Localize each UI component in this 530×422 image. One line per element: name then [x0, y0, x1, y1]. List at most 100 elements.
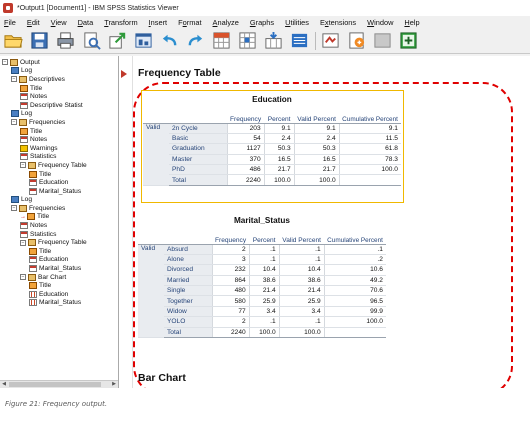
menu-item[interactable]: Format — [178, 18, 201, 27]
book-item-icon — [28, 161, 36, 169]
add-item-icon[interactable] — [398, 31, 419, 51]
table-cell: 25.9 — [278, 295, 325, 307]
goto-data-icon[interactable] — [211, 31, 232, 51]
menu-item[interactable]: Transform — [104, 18, 137, 27]
outline-node[interactable]: Log — [2, 67, 87, 76]
outline-node[interactable]: Title — [2, 247, 87, 256]
outline-node-label: Frequency Table — [38, 239, 87, 247]
menu-item[interactable]: Utilities — [285, 18, 309, 27]
goto-variable-icon[interactable] — [263, 31, 284, 51]
menu-item[interactable]: Graphs — [250, 18, 274, 27]
export-icon[interactable] — [107, 31, 128, 51]
current-item-arrow-icon — [121, 70, 127, 78]
create-title-icon[interactable] — [346, 31, 367, 51]
table-row: Single 480 21.4 21.4 70.6 — [138, 285, 386, 297]
outline-node[interactable]: − Frequency Table — [2, 161, 87, 170]
outline-node[interactable]: Notes — [2, 135, 87, 144]
print-icon[interactable] — [55, 31, 76, 51]
menu-item[interactable]: Extensions — [320, 18, 356, 27]
table-cell: 78.3 — [338, 154, 401, 166]
table-row: PhD 486 21.7 21.7 100.0 — [143, 164, 401, 176]
outline-node[interactable]: − Frequencies — [2, 204, 87, 213]
table-cell: 11.5 — [338, 133, 401, 145]
collapse-toggle-icon[interactable]: − — [11, 119, 17, 126]
outline-node[interactable]: Marital_Status — [2, 264, 87, 273]
column-header: Cumulative Percent — [324, 228, 386, 245]
outline-node[interactable]: Title — [2, 170, 87, 179]
menu-item[interactable]: Data — [78, 18, 94, 27]
row-label: Alone — [164, 254, 212, 266]
recall-dialog-icon[interactable] — [133, 31, 154, 51]
outline-node[interactable]: Education — [2, 178, 87, 187]
menu-item[interactable]: Help — [404, 18, 419, 27]
collapse-toggle-icon[interactable]: − — [20, 274, 26, 281]
warn-item-icon — [20, 144, 28, 152]
outline-node[interactable]: − Frequencies — [2, 118, 87, 127]
frequency-table-heading[interactable]: Frequency Table — [138, 67, 221, 79]
outline-node[interactable]: − Frequency Table — [2, 238, 87, 247]
outline-node[interactable]: → Title — [2, 213, 87, 222]
education-frequency-table[interactable]: Education Frequency Percent Valid Percent Cu… — [143, 91, 401, 186]
insert-output-icon[interactable] — [372, 31, 393, 51]
menu-item[interactable]: Window — [367, 18, 393, 27]
outline-horizontal-scrollbar[interactable]: ◀ ▶ — [0, 380, 118, 388]
outline-pane[interactable]: − Output Log − Descriptives Title Notes Descrip… — [0, 56, 119, 388]
tbl-item-icon — [29, 256, 37, 264]
marital-status-frequency-table[interactable]: Marital_Status Frequency Percent Valid Perc… — [138, 212, 386, 339]
outline-node[interactable]: Notes — [2, 92, 87, 101]
goto-case-icon[interactable] — [237, 31, 258, 51]
table-cell: 864 — [211, 275, 250, 287]
outline-node[interactable]: Marital_Status — [2, 187, 87, 196]
table-row: Widow 77 3.4 3.4 99.9 — [138, 306, 386, 318]
collapse-toggle-icon[interactable]: − — [11, 76, 17, 83]
collapse-toggle-icon[interactable]: − — [11, 205, 17, 212]
outline-node[interactable]: Education — [2, 290, 87, 299]
outline-node[interactable]: Education — [2, 256, 87, 265]
scrollbar-thumb[interactable] — [9, 382, 101, 387]
row-label: Married — [164, 275, 212, 287]
outline-node-label: Education — [39, 179, 69, 187]
menu-item[interactable]: View — [51, 18, 67, 27]
table-cell: 2.4 — [293, 133, 340, 145]
collapse-toggle-icon[interactable]: − — [2, 59, 8, 66]
open-folder-icon[interactable] — [3, 31, 24, 51]
outline-node[interactable]: Log — [2, 110, 87, 119]
outline-node[interactable]: − Descriptives — [2, 75, 87, 84]
outline-node[interactable]: Statistics — [2, 230, 87, 239]
menu-item[interactable]: Edit — [27, 18, 40, 27]
table-cell: 21.7 — [293, 164, 340, 176]
outline-node[interactable]: Descriptive Statist — [2, 101, 87, 110]
output-content-pane[interactable]: Frequency Table Education Frequency Percen… — [119, 56, 530, 388]
variables-icon[interactable] — [289, 31, 310, 51]
menu-item[interactable]: Insert — [149, 18, 168, 27]
table-cell: 70.6 — [323, 285, 386, 297]
outline-node[interactable]: − Bar Chart — [2, 273, 87, 282]
scroll-left-arrow-icon[interactable]: ◀ — [0, 381, 8, 388]
outline-node[interactable]: Log — [2, 196, 87, 205]
bar-chart-heading[interactable]: Bar Chart — [138, 372, 186, 384]
outline-node[interactable]: Title — [2, 127, 87, 136]
collapse-toggle-icon[interactable]: − — [20, 162, 26, 169]
undo-icon[interactable] — [159, 31, 180, 51]
tbl-item-icon — [20, 222, 28, 230]
save-icon[interactable] — [29, 31, 50, 51]
outline-node[interactable]: − Output — [2, 58, 87, 67]
table-row: Master 370 16.5 16.5 78.3 — [143, 154, 401, 166]
outline-node[interactable]: Statistics — [2, 153, 87, 162]
print-preview-icon[interactable] — [81, 31, 102, 51]
outline-node[interactable]: Marital_Status — [2, 299, 87, 308]
redo-icon[interactable] — [185, 31, 206, 51]
column-header: Valid Percent — [294, 107, 340, 124]
outline-node-label: Log — [21, 196, 33, 204]
designate-window-icon[interactable] — [320, 31, 341, 51]
outline-node[interactable]: Notes — [2, 221, 87, 230]
scroll-right-arrow-icon[interactable]: ▶ — [110, 381, 118, 388]
menu-item[interactable]: File — [4, 18, 16, 27]
collapse-toggle-icon[interactable]: − — [20, 239, 26, 246]
outline-node[interactable]: Title — [2, 281, 87, 290]
outline-node[interactable]: Title — [2, 84, 87, 93]
menu-item[interactable]: Analyze — [213, 18, 239, 27]
table-cell: 10.4 — [278, 264, 325, 276]
outline-node[interactable]: Warnings — [2, 144, 87, 153]
current-node-arrow-icon: → — [20, 213, 26, 220]
